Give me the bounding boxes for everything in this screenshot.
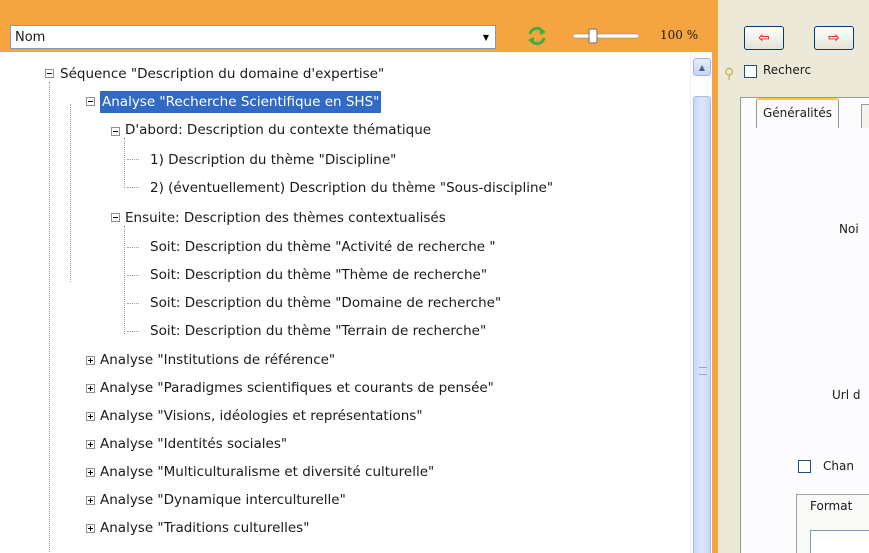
magnifier-icon: ⚲ — [724, 66, 735, 82]
search-checkbox[interactable] — [744, 65, 757, 78]
format-label: Format — [810, 499, 853, 513]
field-select[interactable]: Nom ▼ — [10, 25, 496, 49]
expand-toggle[interactable] — [86, 356, 95, 365]
scroll-up-button[interactable]: ▲ — [693, 58, 711, 76]
scroll-thumb[interactable] — [693, 96, 711, 553]
tree-node-analyse[interactable]: Analyse "Paradigmes scientifiques et cou… — [100, 377, 494, 399]
search-checkbox-label: Recherc — [763, 63, 812, 77]
tree-node-analyse[interactable]: Analyse "Visions, idéologies et représen… — [100, 405, 423, 427]
tree-node-analyse[interactable]: Analyse "Multiculturalisme et diversité … — [100, 461, 434, 483]
zoom-slider[interactable] — [573, 26, 639, 46]
format-field[interactable] — [810, 530, 869, 553]
tree-connector — [124, 226, 125, 334]
tree-leaf[interactable]: 2) (éventuellement) Description du thème… — [150, 177, 553, 199]
tree-leaf[interactable]: Soit: Description du thème "Activité de … — [150, 236, 496, 258]
tree-connector — [127, 159, 139, 160]
forward-button[interactable]: ⇨ — [814, 26, 854, 50]
expand-toggle[interactable] — [86, 384, 95, 393]
tree-leaf[interactable]: Soit: Description du thème "Domaine de r… — [150, 292, 501, 314]
tree-node-analyse[interactable]: Analyse "Dynamique interculturelle" — [100, 489, 346, 511]
chevron-down-icon[interactable]: ▼ — [477, 26, 495, 48]
collapse-toggle[interactable] — [86, 97, 95, 106]
tree-node-selected[interactable]: Analyse "Recherche Scientifique en SHS" — [98, 90, 383, 114]
tab-other[interactable] — [861, 104, 869, 128]
expand-toggle[interactable] — [86, 468, 95, 477]
tree-connector — [127, 187, 139, 188]
concept-tree[interactable]: Séquence "Description du domaine d'exper… — [10, 52, 690, 553]
chevron-up-icon: ▲ — [698, 62, 706, 72]
tab-content — [758, 128, 869, 548]
tree-leaf[interactable]: 1) Description du thème "Discipline" — [150, 149, 396, 171]
tree-node-root[interactable]: Séquence "Description du domaine d'exper… — [60, 63, 384, 85]
tree-connector — [124, 138, 125, 188]
tree-toolbar: Nom ▼ 100 % — [0, 0, 712, 52]
tab-generalites[interactable]: Généralités — [756, 98, 839, 128]
tree-node-group[interactable]: D'abord: Description du contexte thémati… — [125, 119, 431, 141]
change-checkbox[interactable] — [798, 460, 811, 473]
label-url: Url d — [832, 388, 861, 402]
field-select-value: Nom — [15, 29, 46, 45]
tree-connector — [127, 303, 139, 304]
change-checkbox-label: Chan — [823, 459, 854, 473]
expand-toggle[interactable] — [86, 496, 95, 505]
arrow-right-icon: ⇨ — [828, 30, 840, 46]
properties-panel: ⇦ ⇨ ⚲ Recherc Généralités Noi Url d Chan… — [718, 0, 869, 553]
tree-leaf[interactable]: Soit: Description du thème "Thème de rec… — [150, 264, 487, 286]
expand-toggle[interactable] — [86, 524, 95, 533]
arrow-left-icon: ⇦ — [758, 30, 770, 46]
tree-connector — [127, 331, 139, 332]
refresh-icon[interactable] — [526, 25, 548, 47]
back-button[interactable]: ⇦ — [744, 26, 784, 50]
tree-node-analyse[interactable]: Analyse "Traditions culturelles" — [100, 517, 309, 539]
tree-node-analyse[interactable]: Analyse "Institutions de référence" — [100, 349, 335, 371]
tree-node-group[interactable]: Ensuite: Description des thèmes contextu… — [125, 207, 446, 229]
label-nom: Noi — [839, 222, 859, 236]
collapse-toggle[interactable] — [45, 69, 54, 78]
tree-connector — [49, 82, 50, 552]
zoom-value: 100 % — [660, 28, 699, 42]
tree-panel: Nom ▼ 100 % Séquence "Description du dom… — [0, 0, 712, 553]
tree-connector — [127, 247, 139, 248]
collapse-toggle[interactable] — [111, 127, 120, 136]
collapse-toggle[interactable] — [111, 213, 120, 222]
scroll-grip — [699, 367, 707, 375]
tree-node-analyse[interactable]: Analyse "Identités sociales" — [100, 433, 287, 455]
tree-leaf[interactable]: Soit: Description du thème "Terrain de r… — [150, 320, 486, 342]
vertical-scrollbar[interactable]: ▲ — [690, 52, 712, 553]
expand-toggle[interactable] — [86, 440, 95, 449]
tree-connector — [70, 104, 71, 282]
expand-toggle[interactable] — [86, 412, 95, 421]
tree-connector — [127, 275, 139, 276]
